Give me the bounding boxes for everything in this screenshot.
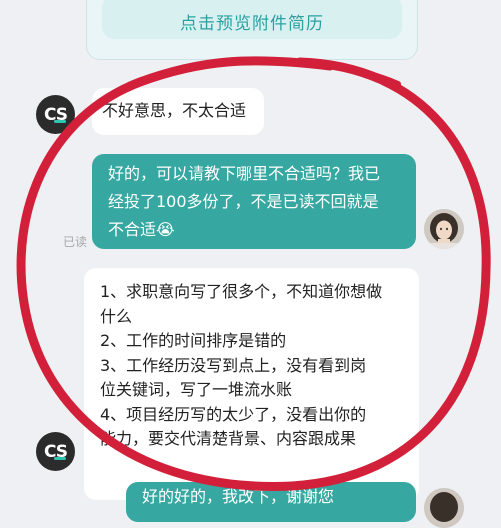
recruiter-avatar[interactable]: CS [36,432,75,471]
feedback-line: 位关键词，写了一堆流水账 [100,380,293,399]
message-line: 不合适😭 [108,220,175,239]
avatar-accent-mark [54,120,66,123]
feedback-line: 2、工作的时间排序是错的 [100,331,287,350]
feedback-line: 1、求职意向写了很多个，不知道你想做 [100,282,383,301]
read-status: 已读 [63,235,88,249]
my-message-bubble: 好的，可以请教下哪里不合适吗？我已 经投了100多份了，不是已读不回就是 不合适… [92,154,416,249]
message-line: 经投了100多份了，不是已读不回就是 [108,192,379,211]
feedback-line: 什么 [100,306,133,326]
message-line: 好的，可以请教下哪里不合适吗？我已 [108,164,381,183]
my-avatar[interactable] [424,209,464,249]
my-message-bubble: 好的好的，我改下，谢谢您 [126,482,416,522]
feedback-line: 能力，要交代清楚背景、内容跟成果 [100,429,357,448]
my-avatar[interactable] [424,488,464,528]
feedback-line: 4、项目经历写的太少了，没看出你的 [100,404,367,424]
user-photo-icon [424,209,464,249]
message-text: 不好意思，不太合适 [102,101,247,120]
recruiter-message-bubble: 不好意思，不太合适 [92,88,264,135]
recruiter-feedback-bubble: 1、求职意向写了很多个，不知道你想做 什么 2、工作的时间排序是错的 3、工作经… [84,268,419,500]
feedback-line: 3、工作经历没写到点上，没有看到岗 [100,355,367,375]
avatar-accent-mark [54,457,66,460]
preview-resume-button[interactable]: 点击预览附件简历 [102,0,402,39]
recruiter-avatar[interactable]: CS [36,95,75,134]
message-text: 好的好的，我改下，谢谢您 [142,487,335,506]
user-photo-icon [424,488,464,528]
